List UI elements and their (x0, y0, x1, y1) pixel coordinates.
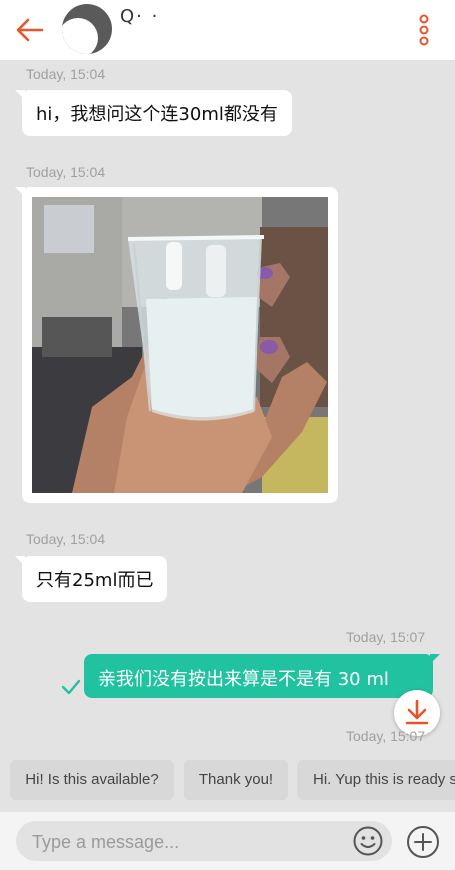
message-text: 亲我们没有按出来算是不是有 30 ml (98, 669, 389, 690)
avatar[interactable] (62, 4, 112, 54)
message-composer (0, 812, 455, 870)
message-bubble-incoming[interactable]: hi，我想问这个连30ml都没有 (15, 90, 292, 136)
message-timestamp: Today, 15:07 (346, 629, 426, 645)
plus-circle-icon[interactable] (406, 825, 440, 859)
message-text: 只有25ml而已 (36, 570, 154, 591)
sent-check-icon (61, 679, 81, 695)
message-photo[interactable] (32, 197, 328, 493)
message-timestamp: Today, 15:04 (26, 66, 106, 82)
message-timestamp: Today, 15:04 (26, 164, 106, 180)
smiley-icon[interactable] (352, 825, 384, 857)
message-timestamp: Today, 15:07 (346, 728, 426, 744)
quick-reply-chip[interactable]: Hi. Yup this is ready s (297, 760, 455, 800)
chat-header: Q· · (0, 0, 455, 60)
contact-name[interactable]: Q· · (120, 6, 159, 27)
quick-reply-chip[interactable]: Thank you! (184, 760, 288, 800)
message-input[interactable] (30, 821, 334, 863)
message-image-bubble[interactable] (15, 187, 338, 503)
arrow-left-icon[interactable] (12, 12, 48, 48)
quick-reply-chip[interactable]: Hi! Is this available? (10, 760, 174, 800)
message-bubble-incoming[interactable]: 只有25ml而已 (14, 556, 168, 602)
message-text: hi，我想问这个连30ml都没有 (36, 104, 278, 125)
more-vertical-icon[interactable] (412, 12, 436, 48)
message-bubble-outgoing[interactable]: 亲我们没有按出来算是不是有 30 ml (84, 654, 440, 698)
message-input-wrapper[interactable] (16, 821, 392, 863)
message-timestamp: Today, 15:04 (26, 531, 106, 547)
